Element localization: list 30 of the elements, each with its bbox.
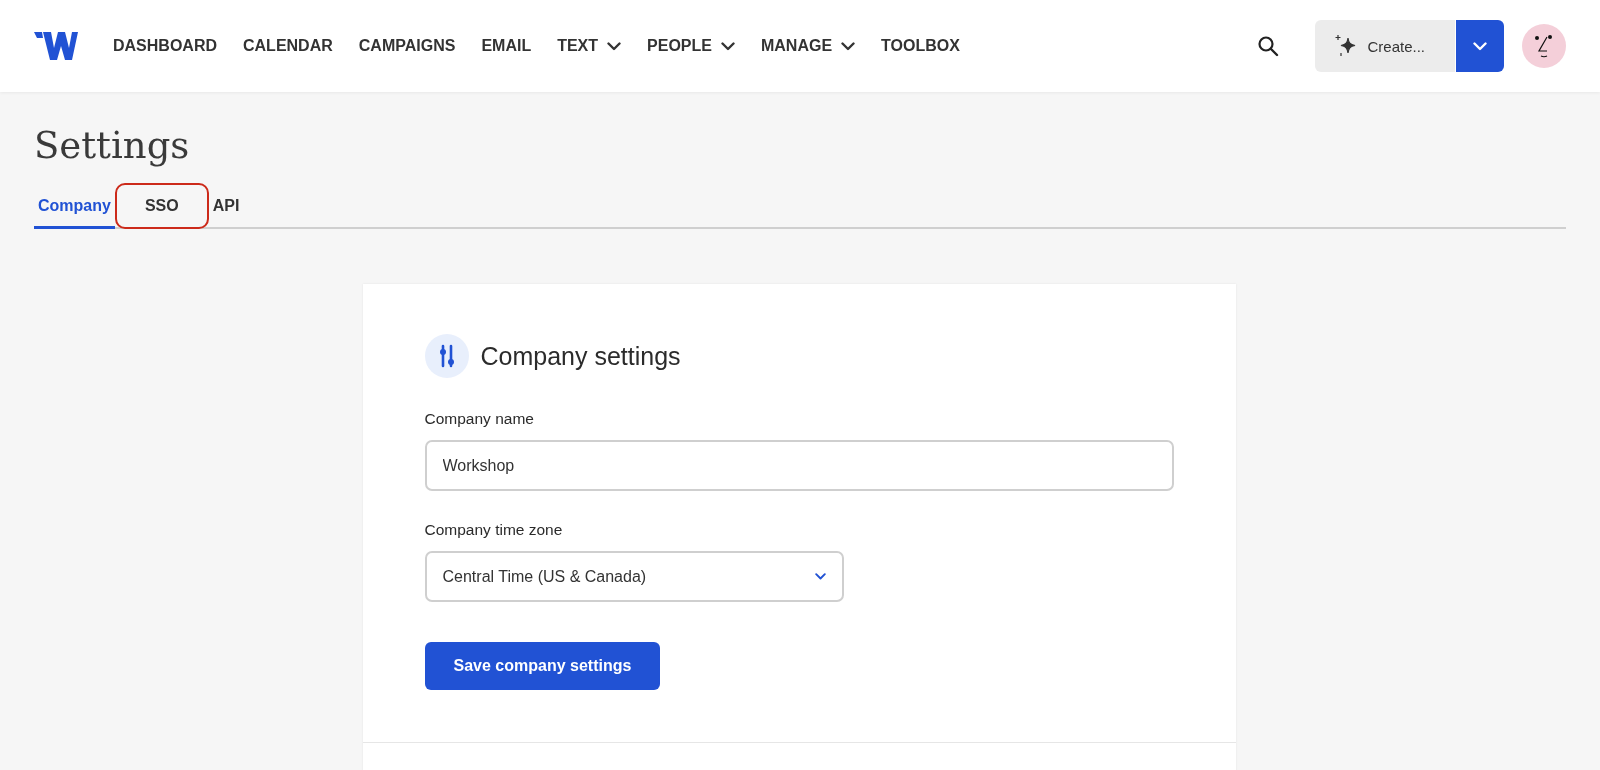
field-label: Company time zone — [424, 521, 564, 539]
sparkle-icon — [1335, 34, 1358, 58]
chevron-down-icon — [607, 41, 622, 51]
create-menu-button[interactable] — [1456, 20, 1504, 72]
nav-item[interactable]: DASHBOARD — [113, 37, 217, 55]
chevron-down-icon — [1473, 41, 1487, 51]
chevron-down-icon — [814, 572, 826, 581]
nav-item[interactable]: PEOPLE — [647, 37, 735, 55]
nav-item[interactable]: EMAIL — [481, 37, 532, 55]
company-name-field[interactable]: Workshop — [424, 440, 1174, 491]
search-icon[interactable] — [1257, 35, 1280, 57]
save-button[interactable]: Save company settings — [424, 642, 661, 690]
tab[interactable]: API — [208, 185, 244, 229]
logo-icon — [34, 30, 78, 62]
chevron-down-icon — [720, 41, 735, 51]
create-button[interactable]: Create... — [1315, 20, 1455, 72]
time-zone-select[interactable]: Central Time (US & Canada) — [424, 551, 844, 602]
tab[interactable]: SSO — [114, 183, 209, 229]
field-label: Company name — [424, 410, 535, 428]
nav-item[interactable]: CAMPAIGNS — [358, 37, 456, 55]
nav-item[interactable]: TEXT — [557, 37, 622, 55]
page-title: Settings — [34, 124, 190, 167]
nav-item[interactable]: MANAGE — [760, 37, 856, 55]
card-title: Company settings — [480, 341, 681, 371]
chevron-down-icon — [841, 41, 856, 51]
tab[interactable]: Company — [34, 185, 115, 229]
nav-item[interactable]: CALENDAR — [243, 37, 333, 55]
sliders-icon — [424, 334, 469, 378]
avatar-icon[interactable] — [1522, 24, 1566, 68]
nav-item[interactable]: TOOLBOX — [881, 37, 960, 55]
